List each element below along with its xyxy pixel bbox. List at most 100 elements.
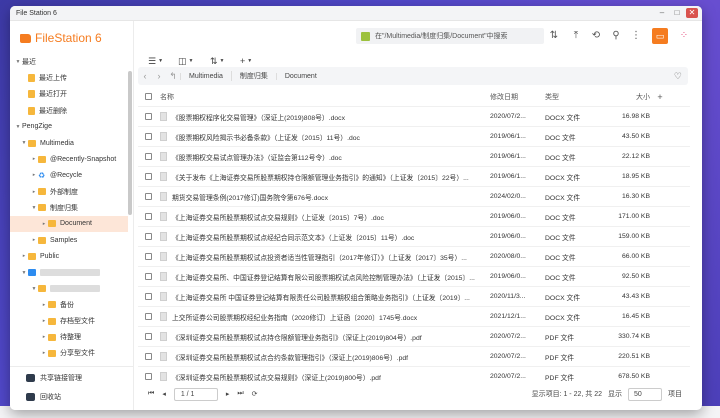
table-row[interactable]: 《上海证券交易所股票期权试点交易规则》（上证发〔2015〕7号）.doc 2019… <box>138 207 690 227</box>
table-row[interactable]: 期货交易管理条例(2017修订)国务院令第676号.docx 2024/02/0.… <box>138 187 690 207</box>
row-checkbox[interactable] <box>145 153 152 160</box>
table-row[interactable]: 《上海证券交易所股票期权试点投资者适当性管理指引（2017年修订）》（上证发〔2… <box>138 247 690 267</box>
prev-page-icon[interactable]: ◂ <box>162 390 166 398</box>
table-row[interactable]: 上交所证券公司股票期权经纪业务指南（2020修订）上证函〔2020〕1745号.… <box>138 307 690 327</box>
tree-expand-icon[interactable]: ▸ <box>40 221 48 227</box>
tree-expand-icon[interactable]: ▼ <box>14 59 22 65</box>
column-date[interactable]: 修改日期 <box>490 92 545 102</box>
first-page-icon[interactable]: ⏮ <box>148 390 154 398</box>
tree-expand-icon[interactable]: ▸ <box>40 334 48 340</box>
table-row[interactable]: 《深圳证券交易所股票期权试点持仓限额管理业务指引》（深证上(2019)804号）… <box>138 327 690 347</box>
tree-expand-icon[interactable]: ▸ <box>20 253 28 259</box>
table-row[interactable]: 《上海证券交易所、中国证券登记结算有限公司股票期权试点风险控制管理办法》（上证发… <box>138 267 690 287</box>
sidebar-folder[interactable]: ▸ 外部制度 <box>10 184 128 200</box>
maximize-button[interactable]: □ <box>671 8 683 18</box>
panel-icon: ◫ <box>178 55 187 66</box>
upload-icon[interactable]: ⤒ <box>570 30 582 42</box>
file-type: DOCX 文件 <box>545 174 581 182</box>
share-link-manager[interactable]: 共享链接管理 <box>10 370 134 386</box>
tree-expand-icon[interactable]: ▸ <box>30 172 38 178</box>
add-column-icon[interactable]: + <box>650 92 670 102</box>
table-row[interactable]: 《上海证券交易所股票期权试点经纪合同示范文本》（上证发〔2015〕11号）.do… <box>138 227 690 247</box>
table-row[interactable]: 《深圳证券交易所股票期权试点合约条款管理指引》（深证上(2019)806号）.p… <box>138 347 690 367</box>
sort-icon[interactable]: ⇅ <box>548 30 560 42</box>
tree-expand-icon[interactable]: ▼ <box>20 140 28 146</box>
parent-folder-icon[interactable]: ↰ <box>166 71 180 82</box>
next-page-icon[interactable]: ▸ <box>226 390 230 398</box>
row-checkbox[interactable] <box>145 333 152 340</box>
row-checkbox[interactable] <box>145 373 152 380</box>
sidebar-folder[interactable]: ▼ 制度归集 <box>10 200 128 216</box>
tree-section-recent[interactable]: ▼ 最近 <box>10 54 128 70</box>
sidebar-folder[interactable]: ▸ 存档型文件 <box>10 313 128 329</box>
row-checkbox[interactable] <box>145 273 152 280</box>
back-icon[interactable]: ‹ <box>138 71 152 81</box>
row-checkbox[interactable] <box>145 253 152 260</box>
sidebar-folder[interactable]: ▼ <box>10 264 128 280</box>
table-row[interactable]: 《股票期权风险揭示书必备条款》（上证发〔2015〕11号）.doc 2019/06… <box>138 127 690 147</box>
sidebar-item-recent[interactable]: 最近上传 <box>10 70 128 86</box>
row-checkbox[interactable] <box>145 133 152 140</box>
tree-expand-icon[interactable]: ▼ <box>30 286 38 292</box>
tree-expand-icon[interactable]: ▸ <box>30 156 38 162</box>
breadcrumb-segment[interactable]: Document <box>275 72 325 80</box>
sidebar-folder[interactable]: ▸ Samples <box>10 232 128 248</box>
tree-expand-icon[interactable]: ▼ <box>30 205 38 211</box>
tree-expand-icon[interactable]: ▸ <box>30 237 38 243</box>
tree-expand-icon[interactable]: ▼ <box>20 270 28 276</box>
sidebar-folder[interactable]: ▸ 分享型文件 <box>10 345 128 361</box>
minimize-button[interactable]: – <box>656 8 668 18</box>
row-checkbox[interactable] <box>145 233 152 240</box>
forward-icon[interactable]: › <box>152 71 166 81</box>
sidebar-folder[interactable]: ▸ @Recently-Snapshot <box>10 151 128 167</box>
column-name[interactable]: 名称 <box>160 92 490 102</box>
table-row[interactable]: 《股票期权交易试点管理办法》（证监会第112号令）.doc 2019/06/1..… <box>138 147 690 167</box>
row-checkbox[interactable] <box>145 113 152 120</box>
more-icon[interactable]: ⋮ <box>630 30 642 42</box>
table-row[interactable]: 《关于发布《上海证券交易所股票期权持仓限额管理业务指引》的通知》（上证发〔201… <box>138 167 690 187</box>
page-input[interactable]: 1 / 1 <box>173 387 218 401</box>
column-type[interactable]: 类型 <box>545 92 600 102</box>
file-size: 18.95 KB <box>622 173 650 180</box>
breadcrumb-segment[interactable]: Multimedia <box>180 72 231 80</box>
reload-icon[interactable]: ⟳ <box>252 390 258 398</box>
sidebar-scrollbar[interactable] <box>128 71 132 215</box>
row-checkbox[interactable] <box>145 313 152 320</box>
close-button[interactable]: ✕ <box>686 8 698 18</box>
sidebar-folder[interactable]: ▸ Public <box>10 248 128 264</box>
sidebar-item-recent[interactable]: 最近打开 <box>10 86 128 102</box>
column-size[interactable]: 大小 <box>600 92 650 102</box>
last-page-icon[interactable]: ⏭ <box>237 390 243 398</box>
filter-icon[interactable]: ⚲ <box>610 30 622 42</box>
breadcrumb-segment[interactable]: 制度归集 <box>230 71 276 81</box>
refresh-settings-icon[interactable]: ⟲ <box>590 30 602 42</box>
sidebar-item-recent[interactable]: 最近删除 <box>10 103 128 119</box>
sidebar-folder[interactable]: ▸ ♻ @Recycle <box>10 167 128 183</box>
search-input[interactable]: 在"/Multimedia/制度归集/Document"中搜索 <box>356 28 544 44</box>
tree-expand-icon[interactable]: ▸ <box>40 318 48 324</box>
sidebar-folder[interactable]: ▸ 待整理 <box>10 329 128 345</box>
tree-expand-icon[interactable]: ▸ <box>30 189 38 195</box>
row-checkbox[interactable] <box>145 293 152 300</box>
tree-expand-icon[interactable]: ▸ <box>40 302 48 308</box>
per-page-select[interactable]: 50 <box>628 387 662 401</box>
favorite-icon[interactable]: ♡ <box>674 71 682 82</box>
select-all-checkbox[interactable] <box>145 93 152 100</box>
tree-expand-icon[interactable]: ▼ <box>14 124 22 130</box>
file-station-toggle-icon[interactable]: ▭ <box>652 28 668 44</box>
row-checkbox[interactable] <box>145 213 152 220</box>
sidebar-folder[interactable]: ▸ Document <box>10 215 128 233</box>
sidebar-folder[interactable]: ▼ Multimedia <box>10 135 128 151</box>
row-checkbox[interactable] <box>145 173 152 180</box>
table-row[interactable]: 《深圳证券交易所股票期权试点交易规则》（深证上(2019)800号）.pdf 20… <box>138 367 690 383</box>
apps-icon[interactable]: ⁘ <box>678 30 690 42</box>
recycle-bin[interactable]: 回收站 <box>10 389 134 405</box>
table-row[interactable]: 《上海证券交易所 中国证券登记结算有限责任公司股票期权组合策略业务指引》（上证发… <box>138 287 690 307</box>
sidebar-folder[interactable]: ▼ <box>10 281 128 297</box>
tree-section-user[interactable]: ▼ PengZige <box>10 119 128 135</box>
row-checkbox[interactable] <box>145 193 152 200</box>
row-checkbox[interactable] <box>145 353 152 360</box>
tree-expand-icon[interactable]: ▸ <box>40 350 48 356</box>
sidebar-folder[interactable]: ▸ 备份 <box>10 297 128 313</box>
table-row[interactable]: 《股票期权程序化交易管理》（深证上(2019)808号）.docx 2020/07… <box>138 107 690 127</box>
